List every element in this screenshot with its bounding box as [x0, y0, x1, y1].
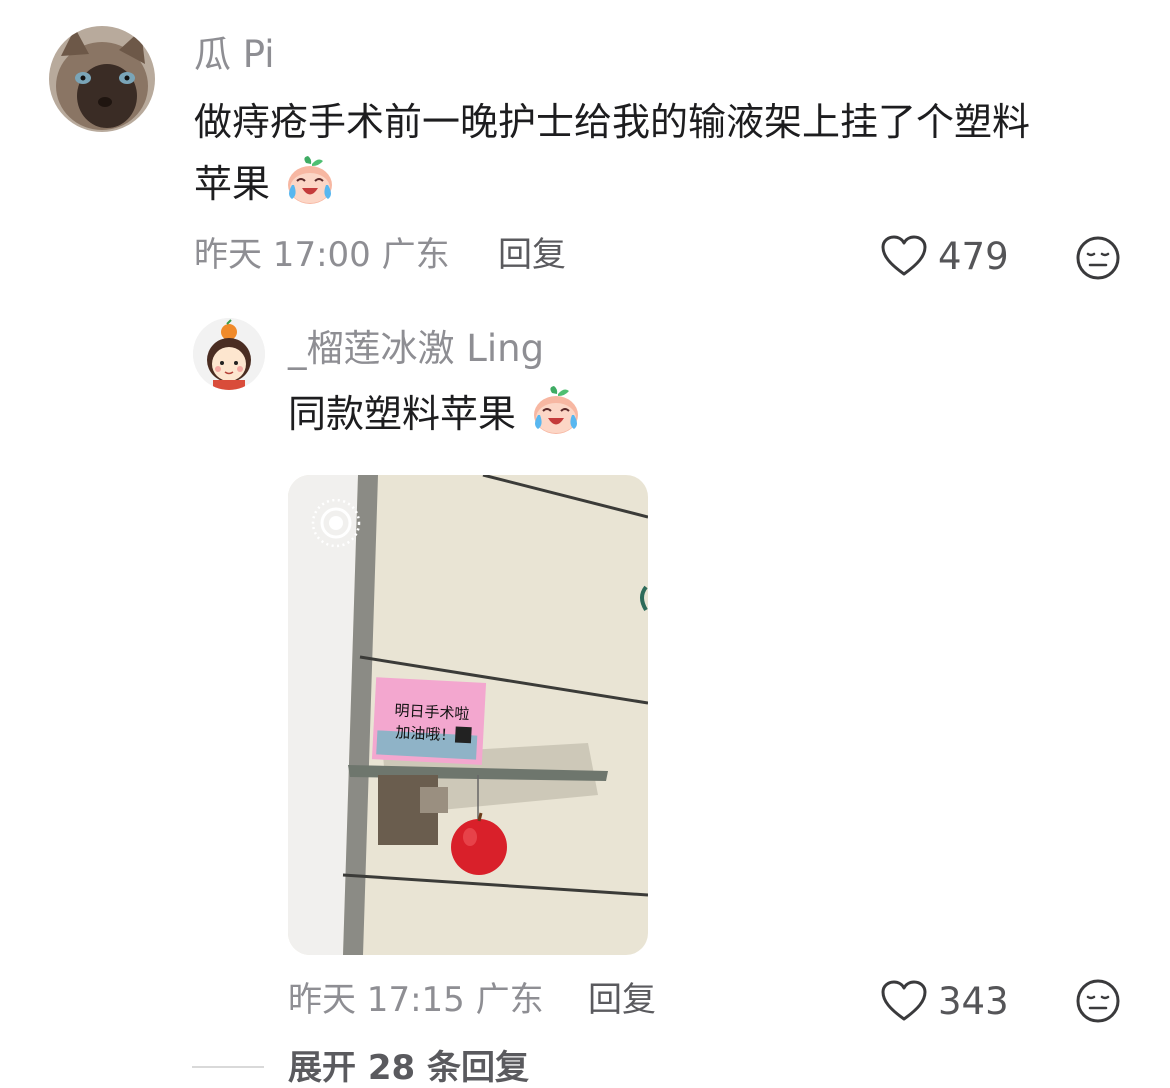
expand-replies-button[interactable]: 展开 28 条回复: [288, 1048, 529, 1088]
avatar[interactable]: [193, 318, 265, 390]
username[interactable]: 瓜 Pi: [194, 33, 275, 77]
cat-avatar-image: [49, 26, 155, 132]
comment-text-tail: 苹果: [194, 162, 271, 206]
expand-divider: [192, 1066, 264, 1068]
crying-peach-emoji: [282, 155, 338, 225]
heart-icon: [881, 980, 927, 1021]
heart-icon: [881, 235, 927, 276]
comment-text-body: 同款塑料苹果: [288, 392, 517, 436]
comment-text-line: 做痔疮手术前一晚护士给我的输液架上挂了个塑料: [194, 100, 1031, 144]
avatar[interactable]: [49, 26, 155, 132]
meh-face-icon: [1076, 979, 1120, 1023]
live-photo-icon: [311, 498, 361, 548]
reply-button[interactable]: 回复: [498, 235, 566, 275]
comment-text-line: 苹果: [194, 153, 1134, 225]
like-button[interactable]: 343: [880, 979, 1020, 1023]
sign-text: 加油哦！: [395, 723, 456, 744]
dislike-button[interactable]: [1075, 978, 1121, 1024]
meh-face-icon: [1076, 236, 1120, 280]
like-count: 479: [938, 235, 1009, 278]
username[interactable]: _榴莲冰激 Ling: [288, 327, 544, 371]
crying-peach-emoji: [528, 385, 584, 455]
comment-text: 同款塑料苹果: [288, 383, 584, 455]
cartoon-girl-avatar-image: [193, 318, 265, 390]
comment-text: 做痔疮手术前一晚护士给我的输液架上挂了个塑料 苹果: [194, 91, 1134, 225]
reply-button[interactable]: 回复: [588, 980, 656, 1020]
comment-photo[interactable]: 明日手术啦 加油哦！: [288, 475, 648, 955]
comment-meta: 昨天 17:15 广东: [288, 980, 544, 1020]
comment-meta: 昨天 17:00 广东: [194, 235, 450, 275]
like-button[interactable]: 479: [880, 234, 1020, 278]
like-count: 343: [938, 980, 1009, 1023]
dislike-button[interactable]: [1075, 235, 1121, 281]
